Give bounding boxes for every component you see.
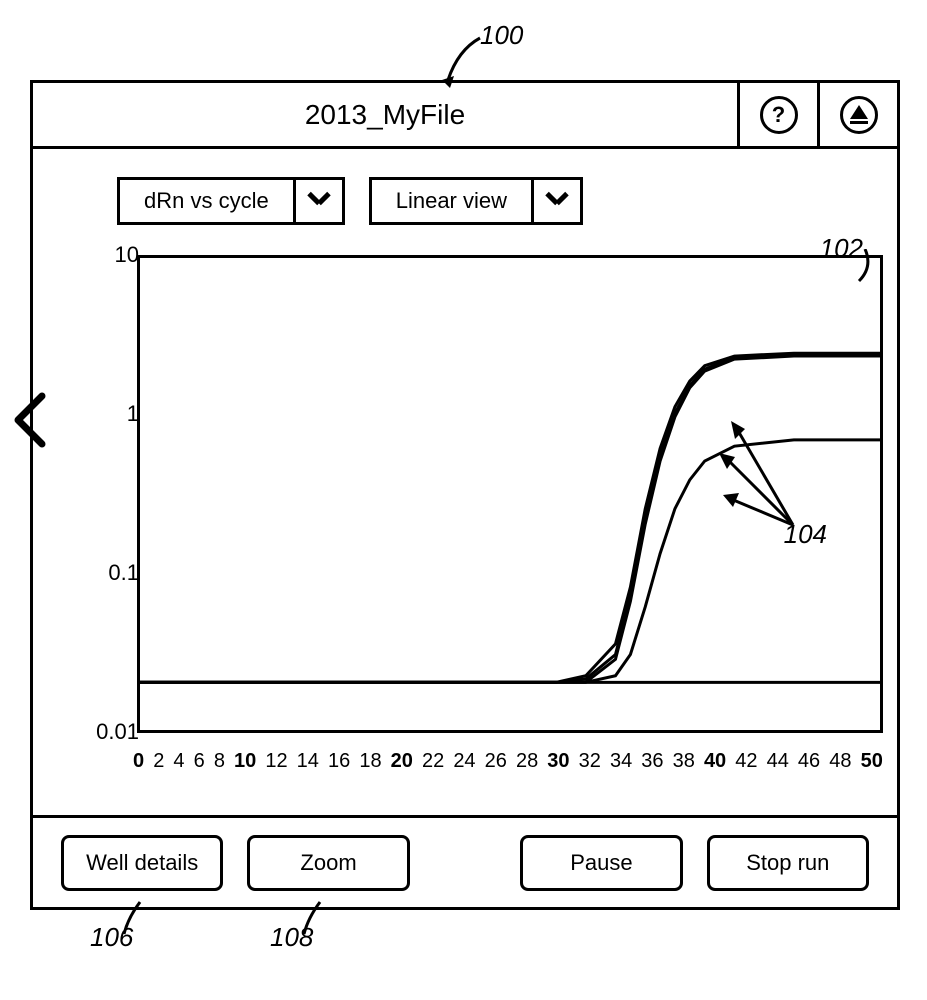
x-tick: 42 xyxy=(735,750,757,773)
x-tick: 10 xyxy=(234,750,256,773)
callout-108-leader xyxy=(302,900,342,940)
view-type-dropdown[interactable]: Linear view xyxy=(369,177,583,225)
x-tick: 8 xyxy=(214,750,225,773)
x-tick: 30 xyxy=(547,750,569,773)
x-tick: 28 xyxy=(516,750,538,773)
x-tick: 14 xyxy=(297,750,319,773)
x-tick: 4 xyxy=(173,750,184,773)
x-tick: 38 xyxy=(673,750,695,773)
x-tick: 22 xyxy=(422,750,444,773)
x-axis-ticks: 0246810121416182022242628303234363840424… xyxy=(133,750,883,773)
eject-button[interactable] xyxy=(817,83,897,146)
x-tick: 2 xyxy=(153,750,164,773)
x-tick: 46 xyxy=(798,750,820,773)
well-details-button[interactable]: Well details xyxy=(61,835,223,891)
x-tick: 24 xyxy=(453,750,475,773)
y-tick: 0.1 xyxy=(79,560,139,586)
help-icon: ? xyxy=(760,96,798,134)
x-tick: 40 xyxy=(704,750,726,773)
content-area: dRn vs cycle Linear view 10 1 0.1 0.01 xyxy=(33,149,897,819)
x-tick: 48 xyxy=(829,750,851,773)
y-tick: 1 xyxy=(79,401,139,427)
window-title: 2013_MyFile xyxy=(33,83,737,146)
x-tick: 6 xyxy=(194,750,205,773)
callout-106-leader xyxy=(122,900,162,940)
dropdown-row: dRn vs cycle Linear view xyxy=(117,177,583,225)
eject-icon xyxy=(840,96,878,134)
plot-type-dropdown[interactable]: dRn vs cycle xyxy=(117,177,345,225)
x-tick: 44 xyxy=(767,750,789,773)
pause-button[interactable]: Pause xyxy=(520,835,682,891)
bottom-toolbar: Well details Zoom Pause Stop run xyxy=(33,815,897,907)
chevron-down-icon xyxy=(296,180,342,222)
x-tick: 18 xyxy=(359,750,381,773)
x-tick: 26 xyxy=(485,750,507,773)
y-tick: 10 xyxy=(79,242,139,268)
view-type-label: Linear view xyxy=(372,180,534,222)
plot-type-label: dRn vs cycle xyxy=(120,180,296,222)
app-window: 2013_MyFile ? dRn vs cycle xyxy=(30,80,900,910)
x-tick: 50 xyxy=(861,750,883,773)
x-tick: 20 xyxy=(391,750,413,773)
x-tick: 0 xyxy=(133,750,144,773)
x-tick: 16 xyxy=(328,750,350,773)
callout-102-leader xyxy=(839,249,879,285)
chevron-down-icon xyxy=(534,180,580,222)
callout-104-arrows xyxy=(697,399,817,539)
x-tick: 32 xyxy=(579,750,601,773)
stop-run-button[interactable]: Stop run xyxy=(707,835,869,891)
y-tick: 0.01 xyxy=(79,719,139,745)
zoom-button[interactable]: Zoom xyxy=(247,835,409,891)
x-tick: 12 xyxy=(265,750,287,773)
x-tick: 34 xyxy=(610,750,632,773)
help-button[interactable]: ? xyxy=(737,83,817,146)
titlebar: 2013_MyFile ? xyxy=(33,83,897,149)
x-tick: 36 xyxy=(641,750,663,773)
